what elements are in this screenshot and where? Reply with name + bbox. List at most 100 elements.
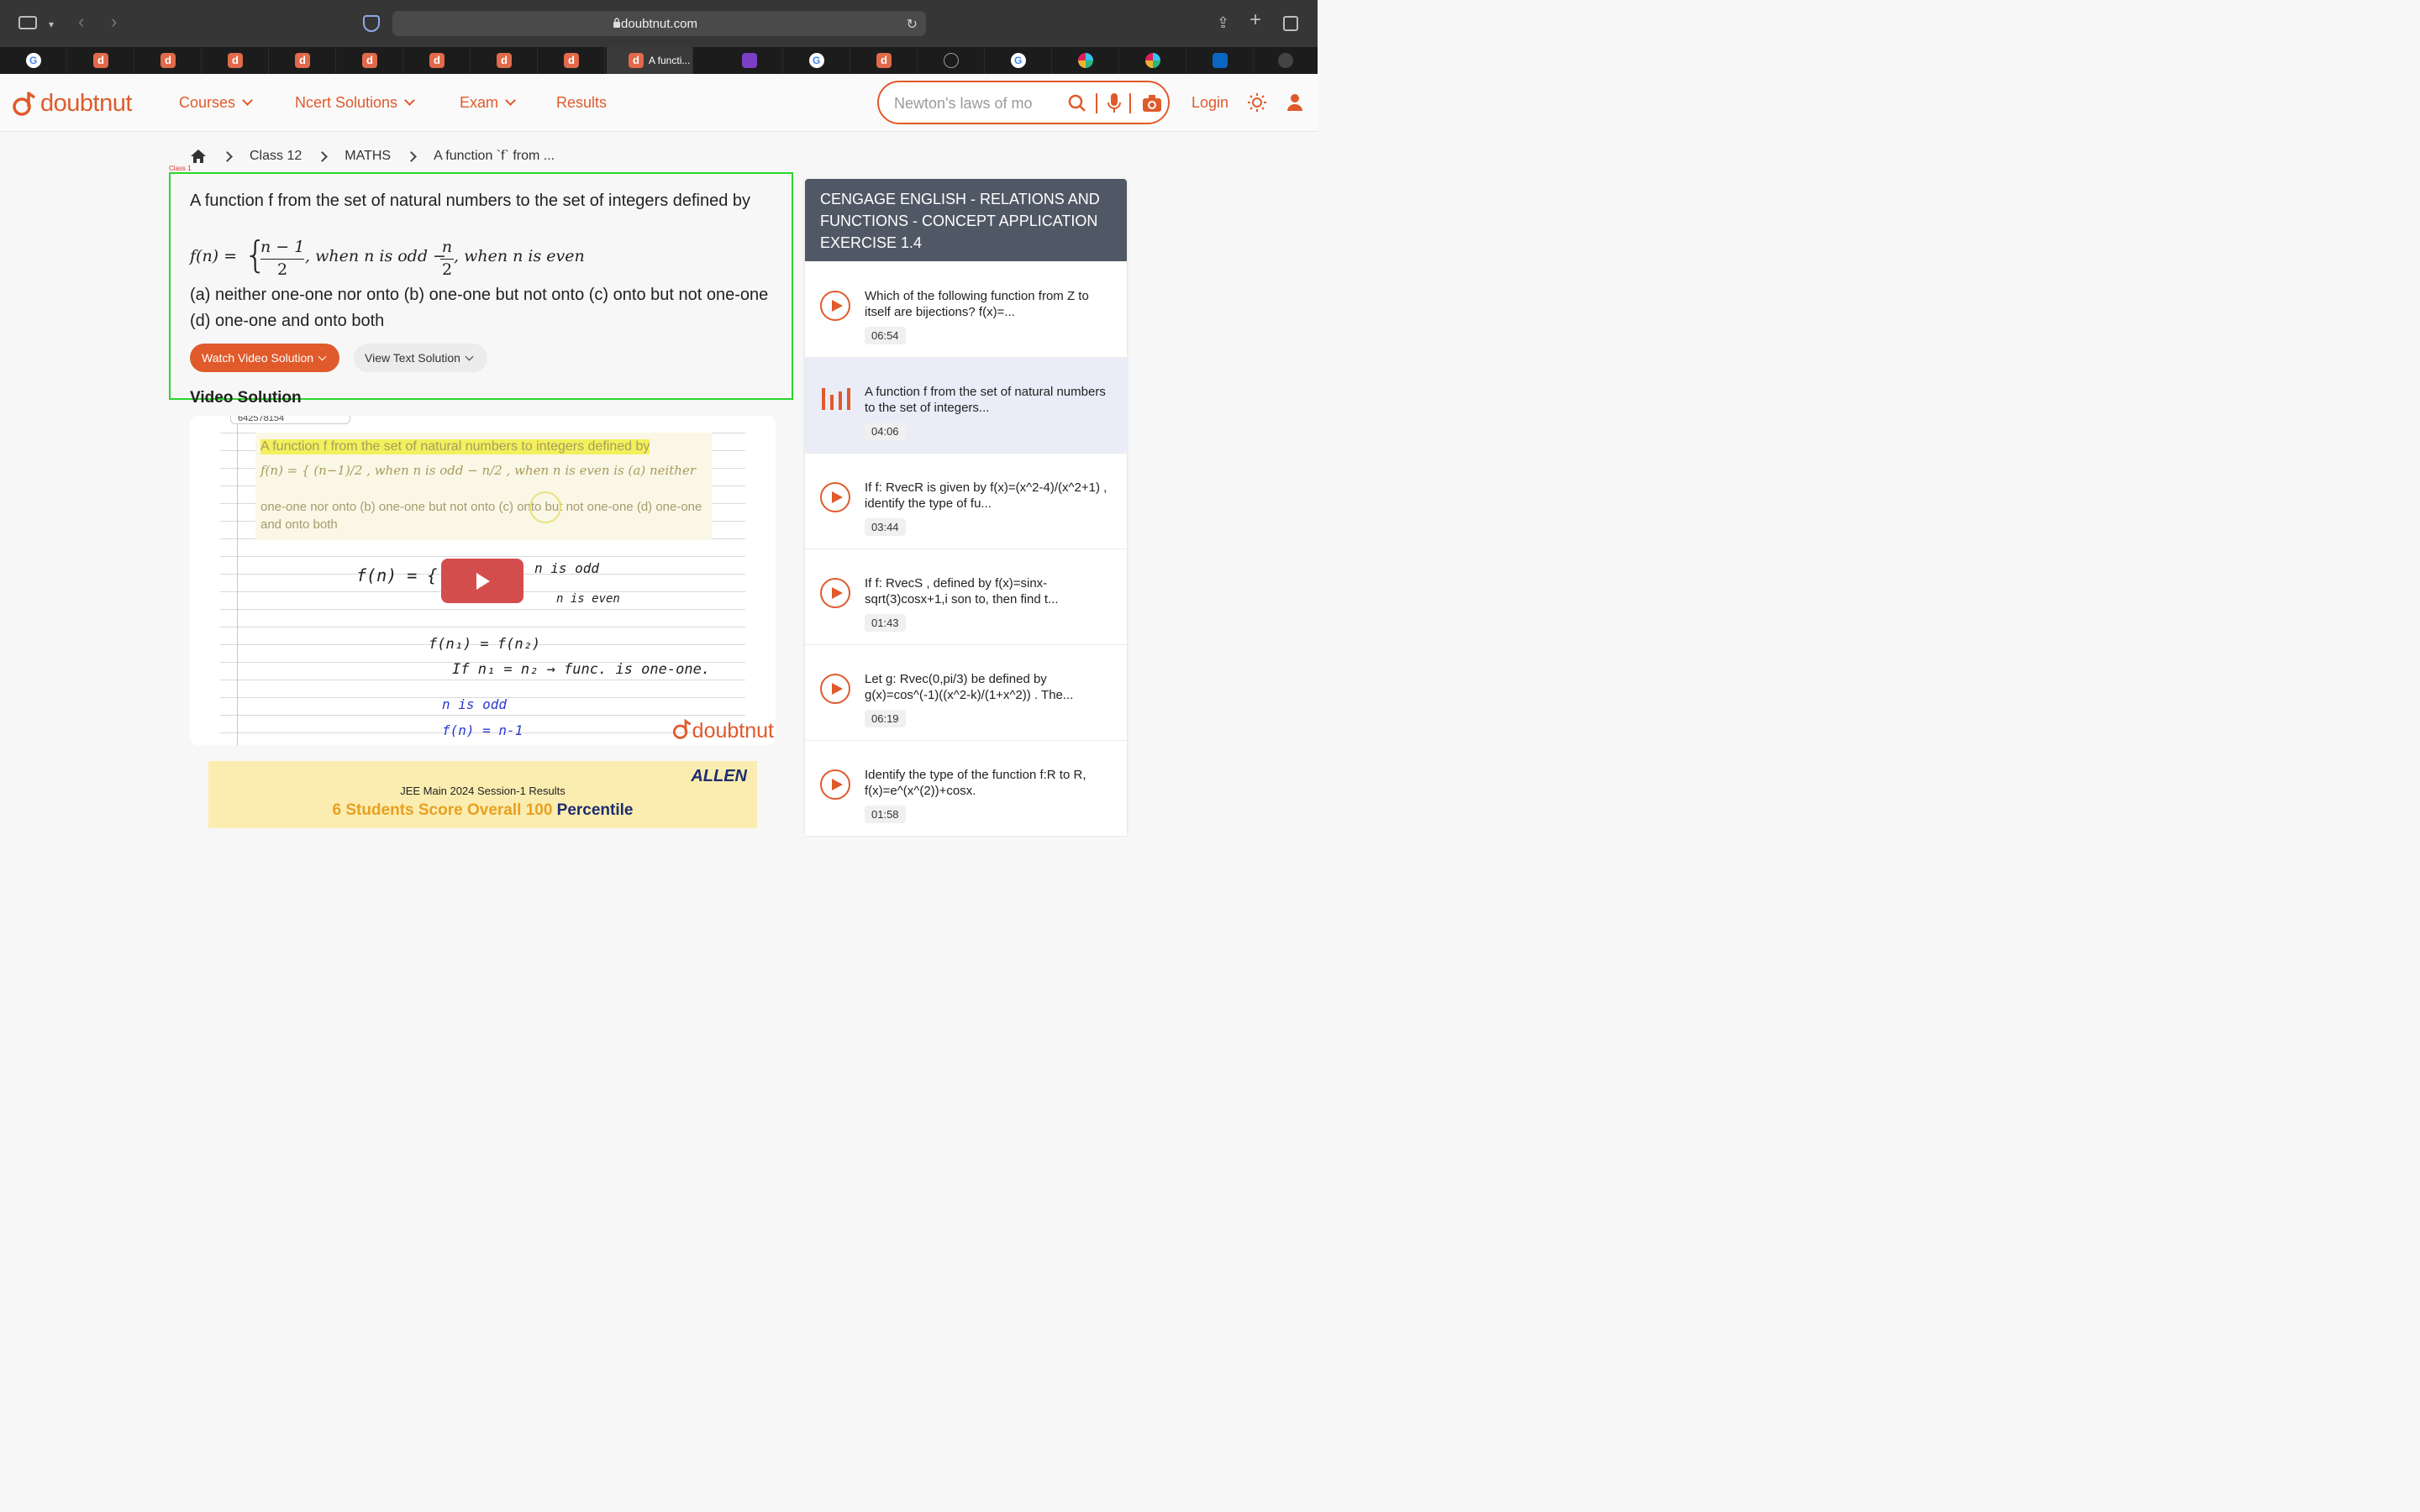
notebook-margin — [237, 416, 238, 745]
doubtnut-favicon-icon — [429, 53, 445, 68]
doubtnut-favicon-icon — [564, 53, 579, 68]
tab-google[interactable] — [0, 47, 67, 74]
tab-slack[interactable] — [1119, 47, 1186, 74]
related-video-duration: 01:58 — [865, 806, 906, 823]
linkedin-favicon-icon — [1213, 53, 1228, 68]
view-text-solution-button[interactable]: View Text Solution — [354, 344, 487, 372]
breadcrumb-subject[interactable]: MATHS — [345, 149, 391, 164]
cursor-circle — [529, 491, 561, 523]
advertisement-banner[interactable]: ALLEN JEE Main 2024 Session-1 Results 6 … — [208, 761, 757, 828]
related-videos-panel: CENGAGE ENGLISH - RELATIONS AND FUNCTION… — [805, 179, 1127, 837]
tab-doubtnut[interactable] — [134, 47, 202, 74]
address-bar[interactable]: doubtnut.com ↻ — [392, 11, 926, 36]
share-icon[interactable]: ⇪ — [1217, 15, 1229, 30]
tab-doubtnut[interactable] — [850, 47, 918, 74]
related-video-item[interactable]: Let g: Rvec(0,pi/3) be defined by g(x)=c… — [805, 645, 1127, 741]
doubtnut-logo[interactable]: doubtnut — [12, 89, 132, 118]
nav-label: Results — [556, 94, 608, 111]
tab-doubtnut[interactable] — [336, 47, 403, 74]
nav-ncert-solutions[interactable]: Ncert Solutions — [295, 94, 415, 112]
tab-linkedin[interactable] — [1186, 47, 1254, 74]
related-video-item[interactable]: If f: RvecS , defined by f(x)=sinx-sqrt(… — [805, 549, 1127, 645]
formula-end: , when n is even — [454, 247, 585, 265]
tab-safari[interactable] — [918, 47, 985, 74]
slack-favicon-icon — [1145, 53, 1160, 68]
tab-doubtnut[interactable] — [538, 47, 605, 74]
compass-icon — [944, 53, 959, 68]
google-favicon-icon — [26, 53, 41, 68]
purple-app-favicon-icon — [742, 53, 757, 68]
watch-video-solution-button[interactable]: Watch Video Solution — [190, 344, 339, 372]
formula-den1: 2 — [276, 260, 288, 279]
chevron-down-icon — [505, 95, 516, 106]
play-circle-icon[interactable] — [820, 578, 850, 608]
chevron-right-icon — [317, 150, 329, 162]
tab-doubtnut[interactable] — [471, 47, 538, 74]
tab-doubtnut[interactable] — [269, 47, 336, 74]
play-circle-icon[interactable] — [820, 482, 850, 512]
tab-doubtnut[interactable] — [403, 47, 471, 74]
search-divider — [1129, 93, 1131, 113]
nav-label: Ncert Solutions — [295, 94, 398, 111]
fraction-bar — [260, 259, 304, 260]
search-input[interactable]: Newton's laws of mo — [894, 95, 1033, 113]
related-video-item[interactable]: Identify the type of the function f:R to… — [805, 741, 1127, 837]
tab-overview-icon[interactable] — [1283, 16, 1298, 31]
button-label: Watch Video Solution — [202, 351, 314, 365]
nav-courses[interactable]: Courses — [179, 94, 253, 112]
video-solution-heading: Video Solution — [190, 389, 302, 407]
login-link[interactable]: Login — [1192, 94, 1228, 112]
new-tab-icon[interactable]: + — [1249, 10, 1261, 30]
related-video-duration: 03:44 — [865, 518, 906, 536]
tab-doubtnut[interactable] — [202, 47, 269, 74]
related-video-item-active[interactable]: A function f from the set of natural num… — [805, 358, 1127, 454]
play-circle-icon[interactable] — [820, 291, 850, 321]
tab-active[interactable]: A functi... — [607, 47, 693, 74]
privacy-shield-icon[interactable] — [363, 15, 380, 32]
camera-icon[interactable] — [1142, 94, 1162, 113]
chevron-right-icon — [222, 150, 233, 162]
related-video-item[interactable]: If f: RvecR is given by f(x)=(x^2-4)/(x^… — [805, 454, 1127, 549]
play-button[interactable] — [441, 559, 523, 603]
debug-class-label: Class 1 — [169, 165, 192, 172]
play-circle-icon[interactable] — [820, 769, 850, 800]
home-icon[interactable] — [190, 149, 207, 164]
globe-favicon-icon — [1278, 53, 1293, 68]
back-icon[interactable]: ‹ — [78, 13, 84, 31]
nav-results[interactable]: Results — [556, 94, 607, 112]
question-options: (a) neither one-one nor onto (b) one-one… — [190, 286, 769, 330]
nav-exam[interactable]: Exam — [460, 94, 516, 112]
reload-icon[interactable]: ↻ — [907, 16, 918, 33]
ad-line-2a: 6 Students Score Overall — [332, 801, 526, 819]
play-circle-icon[interactable] — [820, 674, 850, 704]
now-playing-icon — [822, 388, 850, 410]
button-label: View Text Solution — [365, 351, 460, 365]
doubtnut-favicon-icon — [629, 53, 644, 68]
tab-bar: A functi... — [0, 47, 1318, 74]
related-video-duration: 04:06 — [865, 423, 906, 440]
tab-slack[interactable] — [1052, 47, 1119, 74]
tab-google[interactable] — [783, 47, 850, 74]
fraction-bar — [440, 259, 454, 260]
video-player[interactable]: 642578154 A function f from the set of n… — [190, 416, 776, 745]
handwriting-6: n is odd — [442, 696, 508, 712]
related-video-item[interactable]: Which of the following function from Z t… — [805, 262, 1127, 358]
handwriting-1: f(n) = { — [356, 565, 438, 585]
formula-num1: n − 1 — [260, 238, 305, 256]
microphone-icon[interactable] — [1106, 92, 1123, 114]
breadcrumb-class[interactable]: Class 12 — [250, 149, 302, 164]
tab-google[interactable] — [985, 47, 1052, 74]
user-icon[interactable] — [1286, 92, 1305, 113]
tab-globe[interactable] — [1252, 47, 1319, 74]
sidebar-toggle-icon[interactable] — [18, 16, 37, 29]
handwriting-7: f(n) = n-1 — [442, 722, 523, 738]
doubtnut-logo-icon — [13, 92, 36, 116]
forward-icon[interactable]: › — [111, 13, 117, 31]
theme-sun-icon[interactable] — [1248, 93, 1266, 112]
search-bar[interactable]: Newton's laws of mo — [877, 81, 1170, 124]
active-tab-title: A functi... — [649, 55, 691, 66]
search-icon[interactable] — [1067, 93, 1087, 113]
tab-doubtnut[interactable] — [67, 47, 134, 74]
tab-purple[interactable] — [716, 47, 783, 74]
chevron-down-icon[interactable]: ▾ — [49, 17, 54, 32]
